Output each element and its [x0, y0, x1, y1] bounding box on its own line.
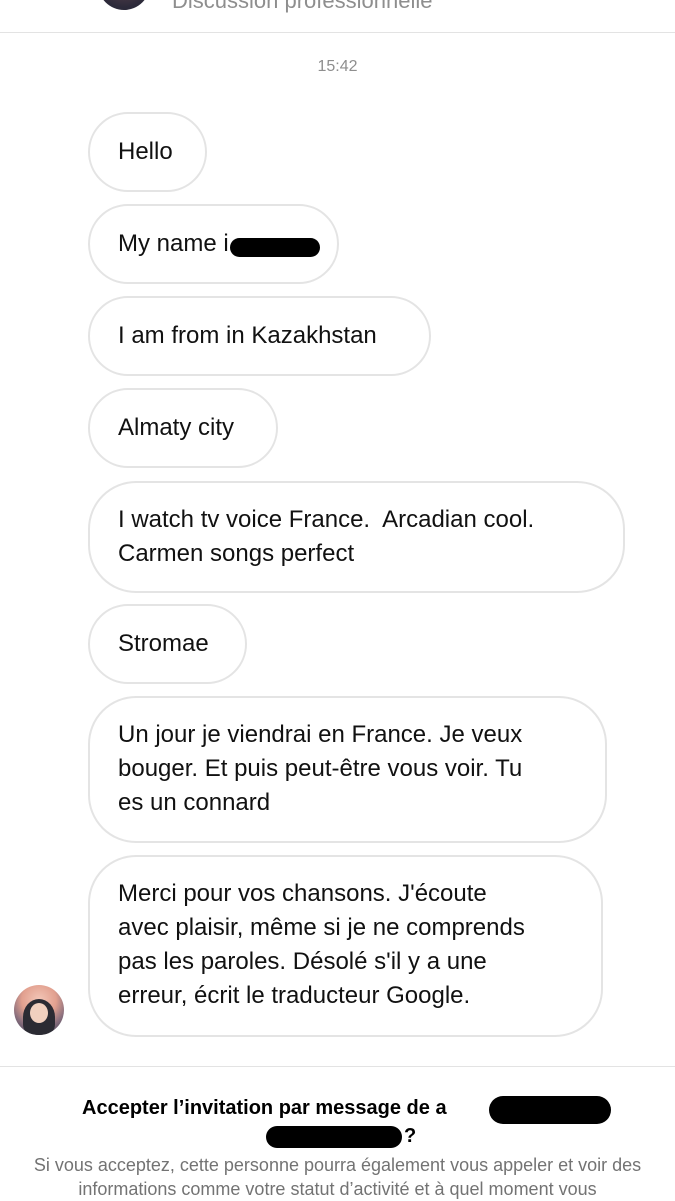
chat-header: Discussion professionnelle — [0, 0, 675, 33]
message-text: Hello — [118, 138, 173, 165]
redaction-mark — [266, 1126, 402, 1148]
message-bubble[interactable]: I watch tv voice France. Arcadian cool. … — [88, 481, 625, 593]
avatar-face — [30, 1003, 48, 1023]
message-text: Stromae — [118, 630, 209, 657]
message-text: Un jour je viendrai en France. Je veux b… — [118, 721, 523, 816]
message-bubble[interactable]: Merci pour vos chansons. J'écoute avec p… — [88, 855, 603, 1037]
redaction-mark — [489, 1096, 611, 1124]
redaction-mark — [230, 238, 320, 257]
message-bubble[interactable]: My name i — [88, 204, 339, 284]
message-bubble[interactable]: Un jour je viendrai en France. Je veux b… — [88, 696, 607, 843]
header-avatar[interactable] — [98, 0, 150, 10]
invite-description: Si vous acceptez, cette personne pourra … — [33, 1155, 642, 1199]
header-subtitle: Discussion professionnelle — [172, 0, 433, 13]
message-bubble[interactable]: Hello — [88, 112, 207, 192]
message-text: Merci pour vos chansons. J'écoute avec p… — [118, 880, 525, 1009]
message-timestamp: 15:42 — [317, 58, 358, 75]
message-text: Almaty city — [118, 414, 235, 441]
sender-avatar[interactable] — [14, 985, 64, 1035]
message-bubble[interactable]: I am from in Kazakhstan — [88, 296, 431, 376]
footer-divider — [0, 1066, 675, 1067]
message-bubble[interactable]: Stromae — [88, 604, 247, 684]
invite-question-mark: ? — [404, 1125, 417, 1147]
message-bubble[interactable]: Almaty city — [88, 388, 278, 468]
invite-title: Accepter l’invitation par message de a — [82, 1097, 447, 1119]
message-text: I am from in Kazakhstan — [118, 322, 377, 349]
message-text: I watch tv voice France. Arcadian cool. … — [118, 506, 535, 567]
